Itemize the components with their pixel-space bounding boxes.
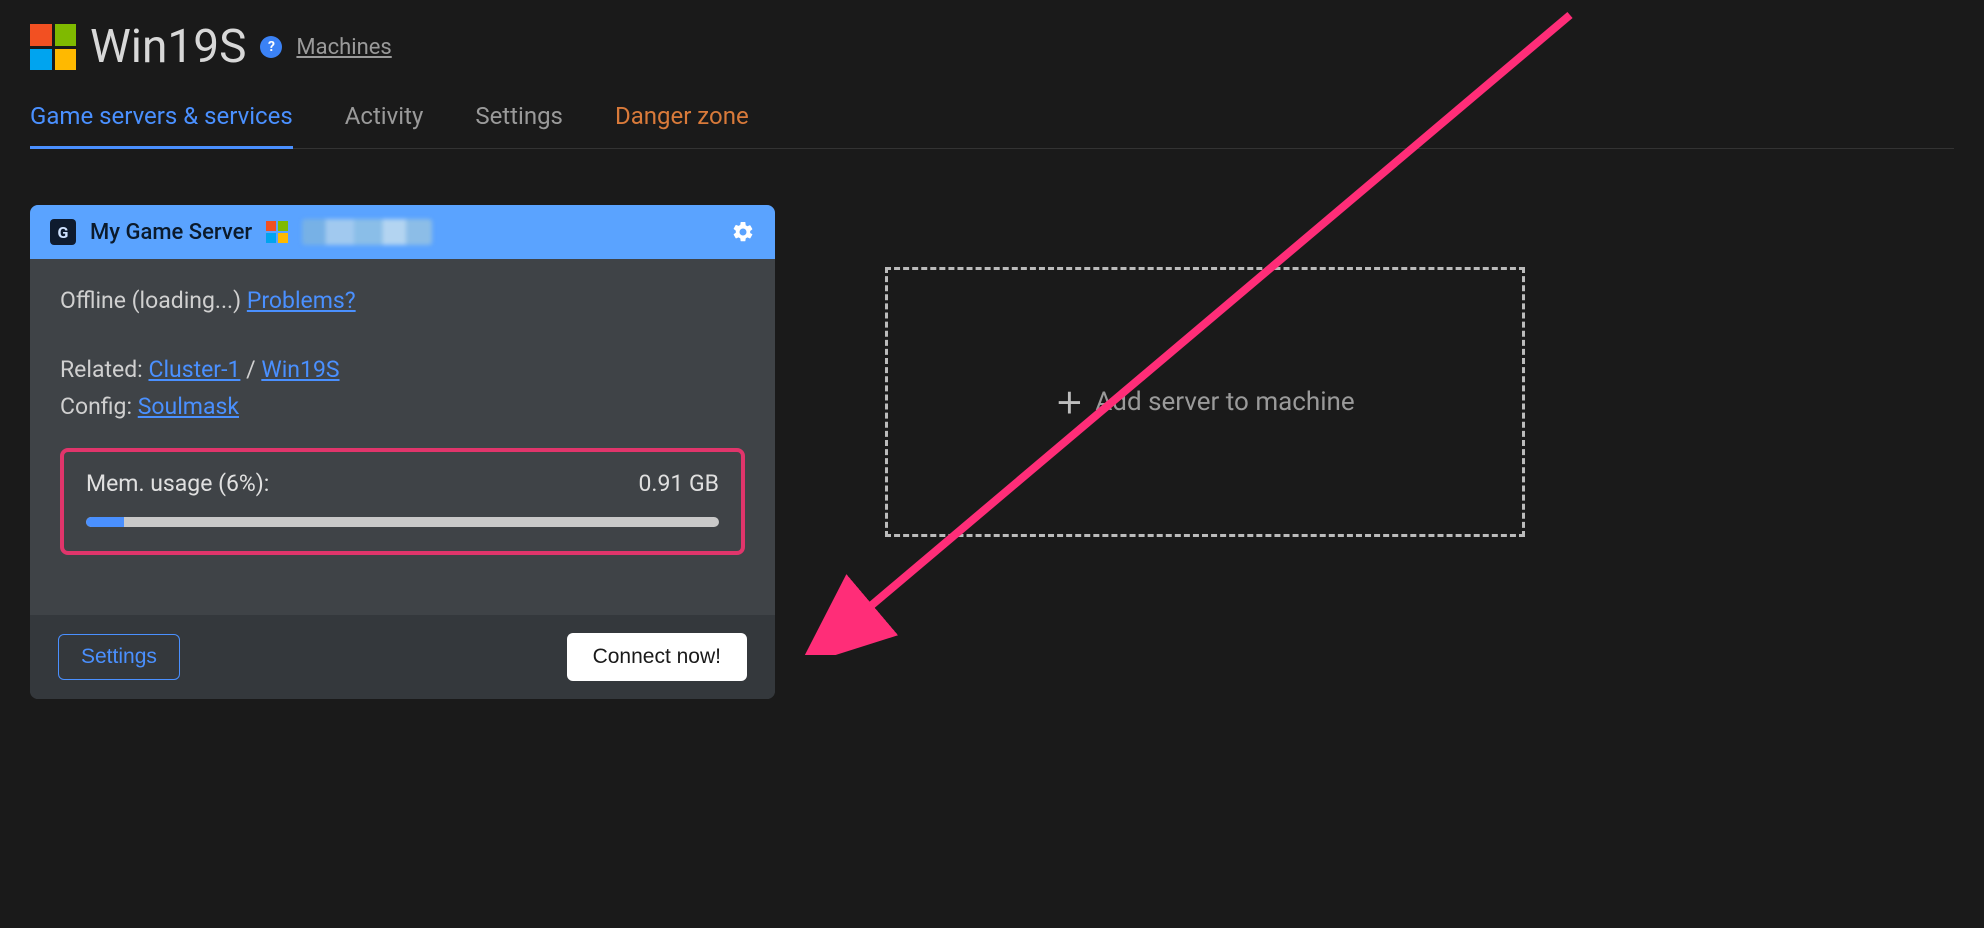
tabs: Game servers & services Activity Setting… [30,92,1954,149]
config-label: Config: [60,393,132,420]
redacted-tag [302,219,432,245]
related-machine-link[interactable]: Win19S [261,356,339,383]
problems-link[interactable]: Problems? [247,287,356,314]
connect-button[interactable]: Connect now! [567,633,747,681]
config-link[interactable]: Soulmask [138,393,239,420]
plus-icon: ＋ [1055,382,1083,422]
game-badge-icon: G [50,219,76,245]
settings-button[interactable]: Settings [58,634,180,680]
memory-progress-fill [86,517,124,527]
page-title: Win19S [90,20,246,74]
tab-game-servers[interactable]: Game servers & services [30,92,293,148]
memory-progress-bar [86,517,719,527]
tab-activity[interactable]: Activity [345,92,424,148]
status-text: Offline (loading...) [60,287,241,314]
server-name: My Game Server [90,220,252,245]
add-server-button[interactable]: ＋ Add server to machine [885,267,1525,537]
tab-settings[interactable]: Settings [475,92,563,148]
related-cluster-link[interactable]: Cluster-1 [148,356,240,383]
page-header: Win19S ? Machines [30,20,1954,74]
server-card: G My Game Server Offline (loading...) Pr… [30,205,775,699]
gear-icon[interactable] [731,220,755,244]
windows-logo-icon [266,221,288,243]
tab-danger-zone[interactable]: Danger zone [615,92,749,148]
breadcrumb-machines[interactable]: Machines [296,35,391,60]
memory-usage-box: Mem. usage (6%): 0.91 GB [60,448,745,555]
memory-value: 0.91 GB [638,470,719,497]
windows-logo-icon [30,24,76,70]
memory-label: Mem. usage (6%): [86,470,269,497]
help-icon[interactable]: ? [260,36,282,58]
related-line: Related: Cluster-1 / Win19S [60,356,745,383]
server-status: Offline (loading...) Problems? [60,287,745,314]
server-card-footer: Settings Connect now! [30,615,775,699]
add-server-label: Add server to machine [1095,387,1354,417]
separator: / [246,356,261,383]
config-line: Config: Soulmask [60,393,745,420]
server-card-header: G My Game Server [30,205,775,259]
related-label: Related: [60,356,143,383]
